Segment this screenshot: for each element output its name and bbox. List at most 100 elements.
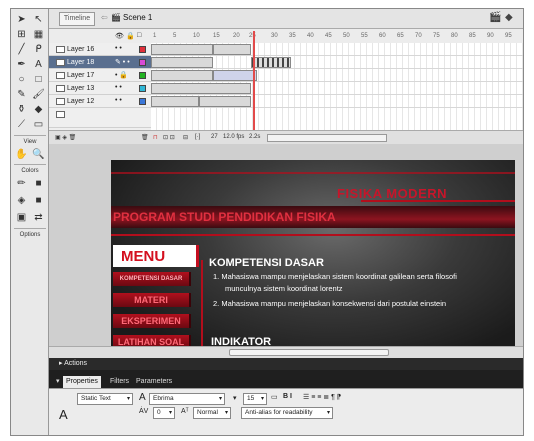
- layer-color-swatch[interactable]: [139, 59, 146, 66]
- collapse-arrow-icon[interactable]: ▾: [53, 376, 63, 388]
- layer-row[interactable]: Layer 17 • 🔒: [49, 69, 151, 82]
- frame-row[interactable]: [151, 95, 523, 108]
- frame-span[interactable]: [151, 44, 213, 55]
- layer-row[interactable]: Layer 12 • •: [49, 95, 151, 108]
- swap-colors-icon[interactable]: ⇄: [31, 211, 46, 224]
- fill-color-icon[interactable]: ◈: [14, 194, 29, 207]
- layer-name: Layer 12: [67, 98, 95, 105]
- pen-tool-icon[interactable]: ✒: [14, 58, 29, 71]
- scroll-thumb[interactable]: [229, 349, 389, 356]
- edit-symbols-icon[interactable]: ◆: [505, 12, 513, 23]
- gradient-transform-tool-icon[interactable]: ▦: [31, 28, 46, 41]
- text-tool-icon[interactable]: A: [31, 58, 46, 71]
- playhead[interactable]: [253, 31, 255, 137]
- frame-row[interactable]: [151, 69, 523, 82]
- zoom-tool-icon[interactable]: 🔍: [31, 148, 46, 161]
- format-buttons[interactable]: B I: [283, 393, 292, 400]
- line-tool-icon[interactable]: ╱: [14, 43, 29, 56]
- tab-properties[interactable]: Properties: [63, 376, 101, 388]
- layer-color-swatch[interactable]: [139, 85, 146, 92]
- tab-parameters[interactable]: Parameters: [133, 376, 175, 388]
- stage-horizontal-scrollbar[interactable]: [49, 346, 523, 358]
- edit-scene-icon[interactable]: 🎬: [489, 12, 501, 23]
- options-label: Options: [19, 232, 41, 238]
- ruler-tick: 1: [153, 33, 157, 39]
- menu-eksperimen-button[interactable]: EKSPERIMEN: [113, 314, 191, 328]
- back-arrow-icon[interactable]: ⇦: [101, 13, 108, 22]
- onion-outline-icon[interactable]: ⊡ ⊡: [163, 134, 175, 141]
- anti-alias-select[interactable]: Anti-alias for readability ▾: [241, 407, 333, 419]
- layer-row[interactable]: [49, 108, 151, 128]
- actions-panel-bar[interactable]: ▸ Actions: [49, 358, 523, 370]
- default-colors-icon[interactable]: ▣: [14, 211, 29, 224]
- lasso-tool-icon[interactable]: ᑭ: [31, 43, 46, 56]
- layer-lock-icon[interactable]: • 🔒: [115, 71, 128, 79]
- baseline-select[interactable]: Normal ▾: [193, 407, 231, 419]
- kd-line: munculnya sistem koordinat lorentz: [225, 284, 343, 293]
- frame-rate[interactable]: 12.0 fps: [223, 134, 244, 140]
- frame-span[interactable]: [151, 96, 199, 107]
- layer-icon: [56, 72, 65, 79]
- layer-row[interactable]: Layer 16 • •: [49, 43, 151, 56]
- oval-tool-icon[interactable]: ○: [14, 73, 29, 86]
- layer-row[interactable]: Layer 18 ✎ • •: [49, 56, 151, 69]
- free-transform-tool-icon[interactable]: ⊞: [14, 28, 29, 41]
- add-layer-icon[interactable]: ▣ ◈ 🗑: [55, 134, 76, 141]
- edit-multiple-icon[interactable]: ⊟: [183, 134, 188, 141]
- timeline-scrollbar[interactable]: [267, 134, 387, 142]
- timeline-tab[interactable]: Timeline: [59, 12, 95, 26]
- eye-icon[interactable]: 👁: [115, 32, 124, 40]
- hand-tool-icon[interactable]: ✋: [14, 148, 29, 161]
- frame-span[interactable]: [151, 70, 213, 81]
- ruler-tick: 95: [505, 33, 512, 39]
- rectangle-tool-icon[interactable]: □: [31, 73, 46, 86]
- modify-markers-icon[interactable]: [·]: [195, 134, 200, 140]
- text-type-select[interactable]: Static Text ▾: [77, 393, 133, 405]
- eraser-tool-icon[interactable]: ▭: [31, 118, 46, 131]
- pencil-icon[interactable]: ✎ • •: [115, 58, 130, 66]
- frame-span[interactable]: [213, 44, 251, 55]
- brush-tool-icon[interactable]: 🖌: [31, 88, 46, 101]
- stroke-color-icon[interactable]: ✏: [14, 177, 29, 190]
- frame-span[interactable]: [199, 96, 251, 107]
- layer-color-swatch[interactable]: [139, 98, 146, 105]
- keyframe-sequence[interactable]: [251, 57, 291, 68]
- layer-visibility-dots[interactable]: • •: [115, 84, 122, 91]
- stroke-swatch[interactable]: ■: [31, 177, 46, 190]
- layer-row[interactable]: Layer 13 • •: [49, 82, 151, 95]
- layer-visibility-dots[interactable]: • •: [115, 97, 122, 104]
- layer-color-swatch[interactable]: [139, 72, 146, 79]
- layer-visibility-dots[interactable]: • •: [115, 45, 122, 52]
- menu-materi-button[interactable]: MATERI: [113, 293, 191, 307]
- onion-skin-icon[interactable]: ⊓: [153, 134, 158, 141]
- ink-bottle-tool-icon[interactable]: ⚱: [14, 103, 29, 116]
- align-buttons-icon[interactable]: ☰ ≡ ≡ ≣ ¶ ⁋: [303, 393, 341, 401]
- properties-panel: A Static Text ▾ A Ebrima ▾ ▾ 15 ▾ ▭ B I ☰ ≡…: [49, 388, 523, 435]
- lock-icon[interactable]: 🔒: [126, 32, 135, 40]
- selection-tool-icon[interactable]: ➤: [14, 13, 29, 26]
- frame-span[interactable]: [213, 70, 257, 81]
- tools-panel: ➤ ↖ ⊞ ▦ ╱ ᑭ ✒ A ○ □ ✎ 🖌 ⚱ ◆ ⟋ ▭ View ✋ 🔍…: [11, 9, 49, 435]
- menu-kompetensi-dasar-button[interactable]: KOMPETENSI DASAR: [113, 272, 191, 286]
- outline-icon[interactable]: □: [137, 32, 141, 39]
- frames-grid[interactable]: [151, 43, 523, 137]
- font-size-field[interactable]: 15 ▾: [243, 393, 267, 405]
- font-family-select[interactable]: Ebrima ▾: [149, 393, 225, 405]
- pencil-tool-icon[interactable]: ✎: [14, 88, 29, 101]
- frame-span[interactable]: [151, 83, 251, 94]
- fill-swatch[interactable]: ■: [31, 194, 46, 207]
- letter-spacing-field[interactable]: 0 ▾: [153, 407, 175, 419]
- stage-canvas[interactable]: FISIKA MODERN PROGRAM STUDI PENDIDIKAN F…: [111, 160, 515, 358]
- frame-row[interactable]: [151, 82, 523, 95]
- paint-bucket-tool-icon[interactable]: ◆: [31, 103, 46, 116]
- frame-row[interactable]: [151, 56, 523, 69]
- subselection-tool-icon[interactable]: ↖: [31, 13, 46, 26]
- frame-span[interactable]: [151, 57, 213, 68]
- text-color-swatch[interactable]: ▭: [271, 393, 278, 401]
- frame-row[interactable]: [151, 43, 523, 56]
- trash-icon[interactable]: 🗑: [141, 134, 149, 141]
- kompetensi-dasar-heading: KOMPETENSI DASAR: [209, 257, 324, 269]
- tab-filters[interactable]: Filters: [107, 376, 132, 388]
- layer-color-swatch[interactable]: [139, 46, 146, 53]
- eyedropper-tool-icon[interactable]: ⟋: [14, 118, 29, 131]
